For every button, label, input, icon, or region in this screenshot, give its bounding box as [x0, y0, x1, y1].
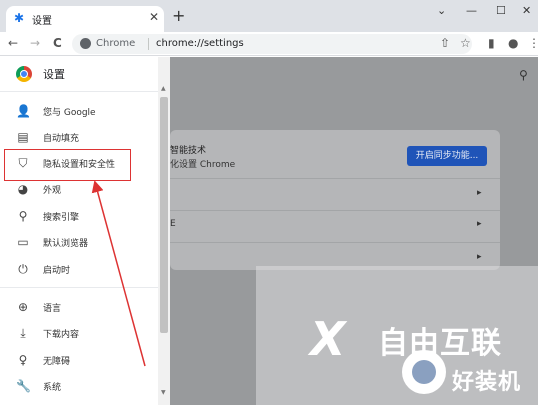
- annotation-arrow: [91, 180, 146, 367]
- chrome-window: ✱ 设置 ✕ + ⌄ — ☐ ✕ ← → C Chrome chrome://s…: [0, 0, 538, 405]
